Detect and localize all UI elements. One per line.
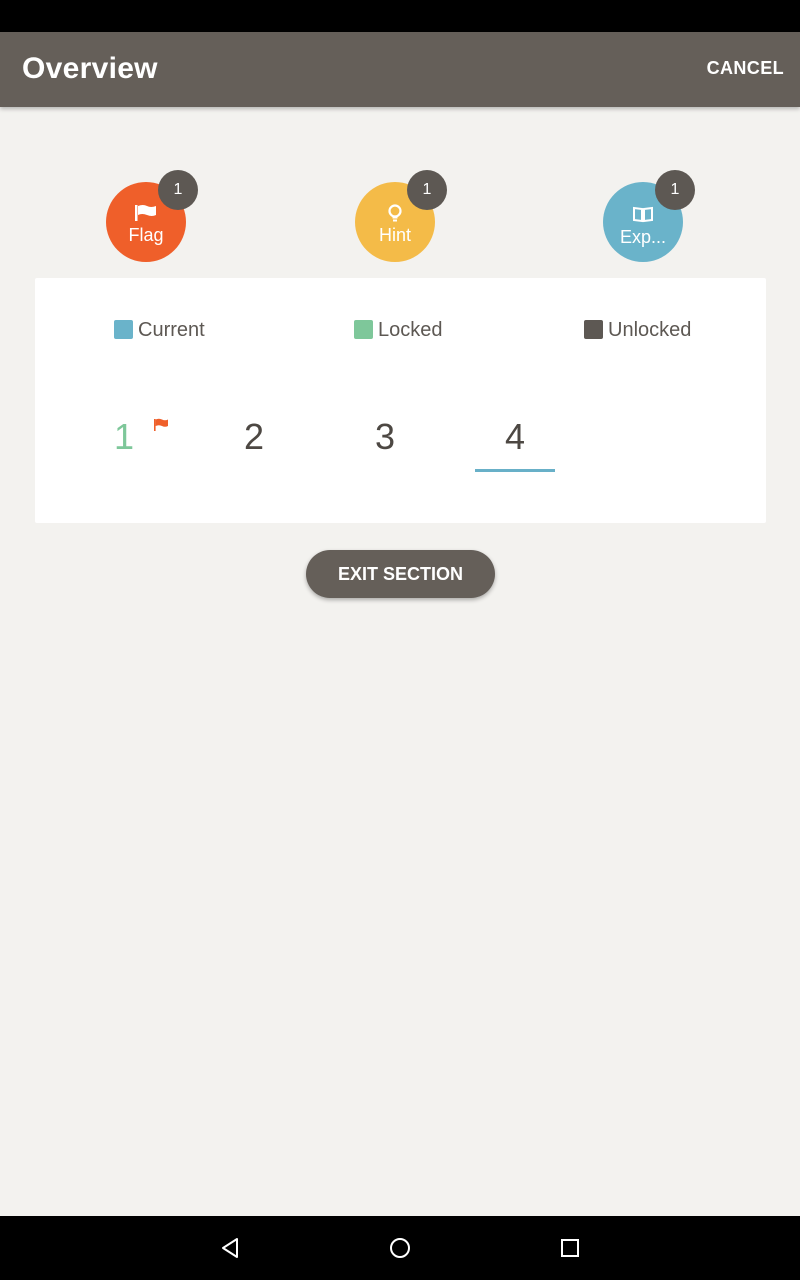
question-overview-card: Current Locked Unlocked 1 2 3 4 [35, 278, 766, 523]
legend-label-unlocked: Unlocked [608, 319, 692, 341]
question-1[interactable]: 1 [84, 416, 164, 458]
back-icon[interactable] [218, 1236, 242, 1260]
legend-swatch-unlocked [584, 320, 603, 339]
explanation-button[interactable]: Exp... 1 [603, 170, 695, 262]
flag-count-badge: 1 [158, 170, 198, 210]
hint-button[interactable]: Hint 1 [355, 170, 447, 262]
recents-icon[interactable] [558, 1236, 582, 1260]
app-bar: Overview CANCEL [0, 32, 800, 107]
legend-label-locked: Locked [378, 319, 443, 341]
legend-label-current: Current [138, 319, 205, 341]
cancel-button[interactable]: CANCEL [707, 58, 784, 79]
explanation-count-badge: 1 [655, 170, 695, 210]
book-icon [633, 206, 653, 223]
flag-button[interactable]: Flag 1 [106, 170, 198, 262]
current-question-indicator [475, 469, 555, 472]
home-icon[interactable] [388, 1236, 412, 1260]
question-3[interactable]: 3 [345, 416, 425, 458]
hint-label: Hint [378, 225, 411, 245]
system-nav-bar [0, 1216, 800, 1280]
exit-section-button[interactable]: EXIT SECTION [306, 550, 495, 598]
hint-count-badge: 1 [407, 170, 447, 210]
question-4[interactable]: 4 [475, 416, 555, 458]
lightbulb-icon [388, 204, 402, 222]
flag-label: Flag [128, 225, 164, 245]
legend-swatch-current [114, 320, 133, 339]
status-bar [0, 0, 800, 32]
legend-swatch-locked [354, 320, 373, 339]
question-2[interactable]: 2 [214, 416, 294, 458]
explanation-label: Exp... [619, 227, 667, 247]
page-title: Overview [22, 52, 158, 85]
flag-icon [135, 205, 156, 221]
flagged-marker-icon [154, 418, 168, 431]
